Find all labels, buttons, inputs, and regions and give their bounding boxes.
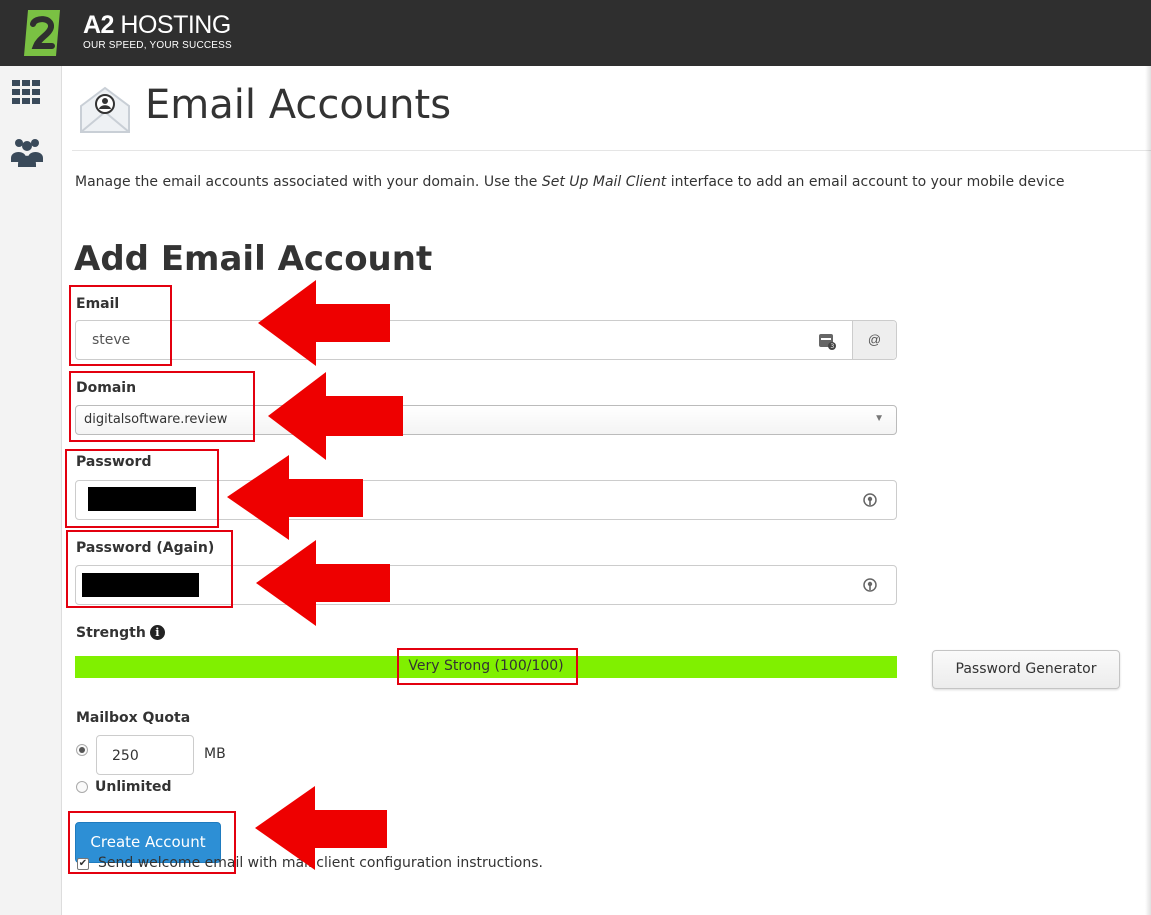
- brand-tagline: OUR SPEED, YOUR SUCCESS: [83, 40, 232, 51]
- chevron-down-icon: ▼: [874, 413, 884, 424]
- annotation-box-password-again: [66, 530, 233, 608]
- annotation-box-domain: [69, 371, 255, 442]
- annotation-arrow-icon: [258, 280, 390, 366]
- quota-value: 250: [112, 748, 139, 764]
- email-field[interactable]: steve 3 @: [75, 320, 897, 360]
- annotation-arrow-icon: [268, 372, 403, 460]
- a2-logo-icon: [24, 10, 60, 56]
- envelope-icon: [80, 86, 130, 133]
- password-generator-button[interactable]: Password Generator: [932, 650, 1120, 689]
- brand-name: A2 HOSTING: [83, 11, 231, 39]
- page-title: Email Accounts: [145, 82, 452, 128]
- page-description: Manage the email accounts associated wit…: [75, 174, 1065, 190]
- quota-input[interactable]: 250: [96, 735, 194, 775]
- password-toggle-icon[interactable]: [862, 492, 878, 508]
- annotation-arrow-icon: [256, 540, 390, 626]
- annotation-box-create: [68, 811, 236, 874]
- window-shadow: [1145, 66, 1151, 915]
- password-toggle-icon[interactable]: [862, 577, 878, 593]
- quota-unlimited-radio[interactable]: [76, 781, 88, 793]
- divider: [72, 150, 1151, 151]
- grid-icon[interactable]: [10, 76, 44, 110]
- quota-unlimited-label: Unlimited: [95, 779, 172, 795]
- set-up-mail-client-link[interactable]: Set Up Mail Client: [542, 174, 666, 190]
- section-title: Add Email Account: [74, 239, 433, 279]
- annotation-box-email: [69, 285, 172, 366]
- quota-limited-radio[interactable]: [76, 744, 88, 756]
- annotation-box-strength: [397, 648, 578, 685]
- header-bar: A2 HOSTING OUR SPEED, YOUR SUCCESS: [0, 0, 1151, 66]
- annotation-arrow-icon: [255, 786, 387, 870]
- annotation-box-password: [65, 449, 219, 528]
- main-content: Email Accounts Manage the email accounts…: [62, 66, 1151, 915]
- brand[interactable]: A2 HOSTING OUR SPEED, YOUR SUCCESS: [83, 11, 232, 52]
- svg-text:3: 3: [830, 343, 834, 350]
- quota-unit: MB: [204, 746, 226, 762]
- domain-at-addon: @: [852, 321, 896, 359]
- keypad-icon[interactable]: 3: [818, 332, 836, 350]
- strength-label: Strength i: [76, 625, 165, 641]
- info-icon[interactable]: i: [149, 625, 165, 640]
- annotation-arrow-icon: [227, 455, 363, 540]
- left-sidebar: [0, 66, 62, 915]
- mailbox-quota-label: Mailbox Quota: [76, 710, 191, 726]
- users-icon[interactable]: [10, 134, 44, 168]
